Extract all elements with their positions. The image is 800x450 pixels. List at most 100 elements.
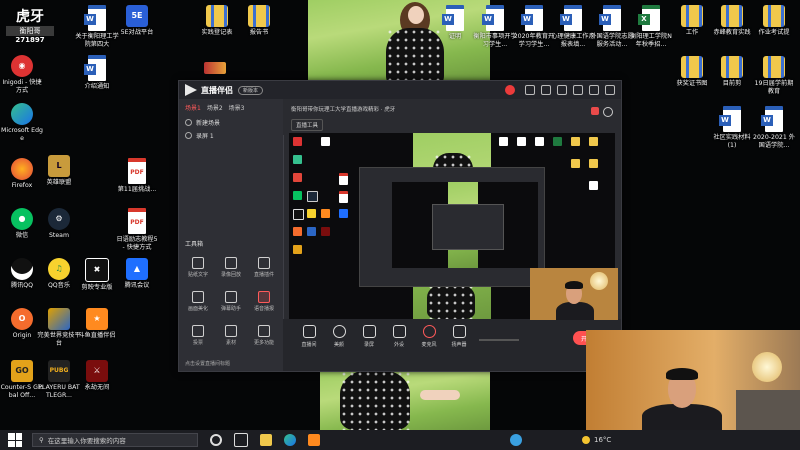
desktop-icon-work[interactable]: 工作 bbox=[670, 5, 714, 37]
close-icon[interactable] bbox=[605, 85, 615, 95]
desktop-icon-edge[interactable]: Microsoft Edge bbox=[0, 103, 44, 142]
desktop-icon-steam[interactable]: ⚙ Steam bbox=[37, 208, 81, 240]
tab-scene-2[interactable]: 场景2 bbox=[207, 103, 223, 112]
desktop-icon-award[interactable]: 获奖证书图 bbox=[670, 56, 714, 88]
nested-preview-inner bbox=[392, 182, 538, 268]
qqmusic-icon: ♫ bbox=[48, 258, 70, 280]
tool-replay[interactable]: 录像回放 bbox=[216, 257, 246, 278]
eye-icon[interactable] bbox=[185, 132, 192, 139]
scene-sidebar: 场景1 场景2 场景3 新建场景 录屏 1 工具箱 贴纸文字 录像回放 直播插件… bbox=[179, 99, 284, 371]
tool-voice[interactable]: 语音播报 bbox=[249, 291, 279, 312]
tool-vote[interactable]: 投票 bbox=[183, 325, 213, 346]
zip-archive-icon bbox=[248, 5, 270, 27]
desktop-icon-homework[interactable]: 作业考试提 bbox=[752, 5, 796, 37]
control-bar: 直播间 美颜 录屏 外设 麦克风 扬声器 开始直播 bbox=[283, 319, 621, 371]
peripheral-icon bbox=[392, 325, 406, 338]
tool-more[interactable]: 更多功能 bbox=[249, 325, 279, 346]
desktop-icon-inigodi[interactable]: ◉ Inigodi - 快捷方式 bbox=[0, 55, 44, 94]
scene-row-label: 录屏 1 bbox=[196, 133, 214, 140]
zip-archive-icon bbox=[721, 5, 743, 27]
desktop-icon-naraka[interactable]: ⚔ 永劫无间 bbox=[75, 360, 119, 392]
desktop-icon-clip[interactable]: 目前剪 bbox=[710, 56, 754, 88]
desktop-icon-doc-2[interactable]: 衡阳市事项开学习学生... bbox=[473, 5, 517, 48]
word-doc-icon bbox=[442, 5, 464, 31]
word-doc-icon bbox=[84, 5, 106, 31]
room-button[interactable]: 直播间 bbox=[295, 325, 323, 348]
microphone-button[interactable]: 麦克风 bbox=[415, 325, 443, 348]
desktop-icon-proof[interactable]: 证明 bbox=[433, 5, 477, 41]
pdf-icon: PDF bbox=[128, 158, 146, 184]
tab-scene-1[interactable]: 场景1 bbox=[185, 103, 201, 112]
maximize-icon[interactable] bbox=[589, 85, 599, 95]
desktop-icon-19[interactable]: 19日届学前期教育 bbox=[752, 56, 796, 95]
footer-note[interactable]: 点击设置直播间标题 bbox=[185, 360, 230, 367]
edge-taskbar-icon[interactable] bbox=[284, 434, 296, 446]
share-icon[interactable] bbox=[603, 107, 613, 117]
minimize-icon[interactable] bbox=[573, 85, 583, 95]
weather-icon[interactable] bbox=[510, 434, 522, 446]
tool-plugin[interactable]: 直播插件 bbox=[249, 257, 279, 278]
qq-penguin-icon bbox=[11, 258, 33, 280]
file-explorer-icon[interactable] bbox=[260, 434, 272, 446]
windows-start-icon[interactable] bbox=[8, 433, 22, 447]
douyu-icon: ★ bbox=[86, 308, 108, 330]
wallpaper-bottom bbox=[320, 370, 490, 430]
search-icon: ⚲ bbox=[39, 436, 44, 444]
beauty-button[interactable]: 美颜 bbox=[325, 325, 353, 348]
desktop-icon-chifeng[interactable]: 赤峰教育实践 bbox=[710, 5, 754, 37]
cortana-icon[interactable] bbox=[210, 434, 222, 446]
tool-beauty[interactable]: 画面美化 bbox=[183, 291, 213, 312]
pdf-icon: PDF bbox=[128, 208, 146, 234]
live-tools-button[interactable]: 直播工具 bbox=[291, 119, 324, 131]
window-titlebar[interactable]: 直播伴侣 新版本 bbox=[179, 81, 621, 99]
desktop-icon-5e[interactable]: 5E 5E对战平台 bbox=[115, 5, 159, 37]
edge-icon bbox=[11, 103, 33, 125]
desktop-icon-doc-5[interactable]: 外国语学院志愿服务活动... bbox=[590, 5, 634, 48]
sticker-icon bbox=[192, 257, 204, 269]
volume-slider[interactable] bbox=[479, 339, 519, 341]
desktop-icon-pdf-japanese[interactable]: PDF 日语励志教程5 - 快捷方式 bbox=[115, 208, 159, 251]
record-button[interactable]: 录屏 bbox=[355, 325, 383, 348]
desktop-icon-pdf-challenge[interactable]: PDF 第11届挑战... bbox=[115, 158, 159, 194]
desktop-icon-douyu[interactable]: ★ 斗鱼直播伴侣 bbox=[75, 308, 119, 340]
desktop-icon-report[interactable]: 报告书 bbox=[237, 5, 281, 37]
shelf bbox=[736, 390, 800, 430]
firefox-icon bbox=[11, 158, 33, 180]
menu-icon[interactable] bbox=[557, 85, 567, 95]
taskbar-search-input[interactable]: ⚲ 在这里输入你要搜索的内容 bbox=[32, 433, 198, 447]
tab-scene-3[interactable]: 场景3 bbox=[229, 103, 245, 112]
eye-icon[interactable] bbox=[185, 119, 192, 126]
desktop-icon-lol[interactable]: L 英雄联盟 bbox=[37, 155, 81, 187]
tool-material[interactable]: 素材 bbox=[216, 325, 246, 346]
gift-icon[interactable] bbox=[525, 85, 535, 95]
desktop-icon-2020-2021[interactable]: 2020-2021 外国语学院... bbox=[752, 106, 796, 149]
scene-tabs: 场景1 场景2 场景3 bbox=[179, 99, 283, 116]
scene-row-new[interactable]: 新建场景 bbox=[179, 116, 283, 129]
desktop-icon-capcut[interactable]: ✖ 剪映专业版 bbox=[75, 258, 119, 292]
tool-sticker[interactable]: 贴纸文字 bbox=[183, 257, 213, 278]
capcut-icon: ✖ bbox=[85, 258, 109, 282]
inigodi-icon: ◉ bbox=[11, 55, 33, 77]
live-streaming-window[interactable]: 直播伴侣 新版本 场景1 场景2 场景3 新建场景 录屏 1 工具箱 贴纸文字 … bbox=[178, 80, 622, 372]
streaming-app-taskbar-icon[interactable] bbox=[308, 434, 320, 446]
settings-icon[interactable] bbox=[541, 85, 551, 95]
task-view-icon[interactable] bbox=[234, 433, 248, 447]
desktop-icon-practice-form[interactable]: 实践登记表 bbox=[195, 5, 239, 37]
scene-row-screen[interactable]: 录屏 1 bbox=[179, 129, 283, 142]
tool-danmaku[interactable]: 弹幕助手 bbox=[216, 291, 246, 312]
app-logo-icon bbox=[185, 84, 197, 96]
desktop-icon-doc-3[interactable]: 2020年教育开学习学生... bbox=[512, 5, 556, 48]
stream-title[interactable]: 衡阳哥带你玩理工大学直播游戏精彩 · 虎牙 bbox=[291, 105, 395, 113]
avatar-icon[interactable] bbox=[505, 85, 515, 95]
speaker-button[interactable]: 扬声器 bbox=[445, 325, 473, 348]
peripheral-button[interactable]: 外设 bbox=[385, 325, 413, 348]
version-badge[interactable]: 新版本 bbox=[238, 85, 264, 95]
desktop-icon-doc-notice[interactable]: 介绍通知 bbox=[75, 55, 119, 91]
desktop-icon-meeting[interactable]: ▲ 腾讯会议 bbox=[115, 258, 159, 290]
desktop-icon-doc-about[interactable]: 关于衡阳理工学院第四大 bbox=[75, 5, 119, 48]
desktop-icon-community[interactable]: 社区实践材料(1) bbox=[710, 106, 754, 149]
desktop-icon-doc-4[interactable]: 心理健康工作月报表填... bbox=[551, 5, 595, 48]
notification-icon[interactable] bbox=[591, 107, 599, 115]
desktop-icon-xls[interactable]: 衡阳理工学院N年秋季招... bbox=[629, 5, 673, 48]
lol-icon: L bbox=[48, 155, 70, 177]
